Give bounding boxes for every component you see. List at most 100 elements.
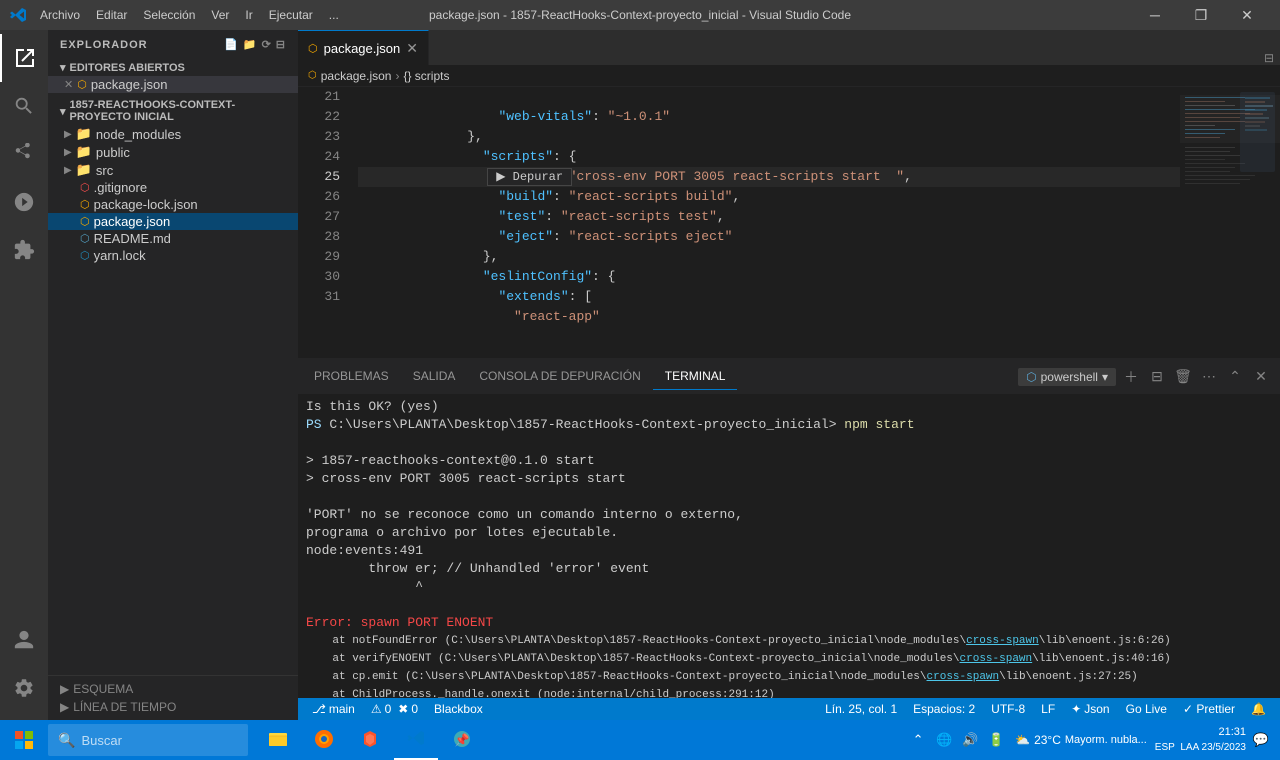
- taskbar-app-browser[interactable]: [302, 720, 346, 760]
- sidebar-title: EXPLORADOR: [60, 39, 148, 51]
- tree-yarn-lock[interactable]: ⬡ yarn.lock: [48, 247, 298, 264]
- terminal-split-icon[interactable]: ⊟: [1146, 366, 1168, 388]
- systray-battery[interactable]: 🔋: [985, 729, 1007, 751]
- svg-text:📌: 📌: [455, 732, 470, 747]
- taskbar-app-pinned[interactable]: 📌: [440, 720, 484, 760]
- sidebar-new-file-icon[interactable]: 📄: [224, 38, 239, 51]
- tab-close-icon[interactable]: ✕: [406, 40, 418, 57]
- line-num-22: 22: [298, 107, 340, 127]
- activity-explorer[interactable]: [0, 34, 48, 82]
- status-prettier[interactable]: ✓ Prettier: [1177, 698, 1241, 720]
- project-title[interactable]: ▾ 1857-REACTHOOKS-CONTEXT-PROYECTO INICI…: [48, 97, 298, 125]
- breadcrumb-path[interactable]: {} scripts: [403, 69, 449, 83]
- menu-ir[interactable]: Ir: [237, 4, 260, 26]
- terminal-line-4: > cross-env PORT 3005 react-scripts star…: [306, 470, 1272, 488]
- tab-terminal[interactable]: TERMINAL: [653, 363, 738, 390]
- file-icon-json: ⬡: [77, 78, 87, 91]
- code-editor[interactable]: 21 22 23 24 25 26 27 28 29 30 31: [298, 87, 1280, 358]
- systray-arrow[interactable]: ⌃: [907, 729, 929, 751]
- editor-layout-icon[interactable]: ⊟: [1258, 51, 1280, 65]
- timeline-chevron-icon: ▶: [60, 700, 69, 714]
- activity-extensions[interactable]: [0, 226, 48, 274]
- menu-ver[interactable]: Ver: [203, 4, 237, 26]
- status-golive[interactable]: Go Live: [1120, 698, 1173, 720]
- systray-network[interactable]: 🌐: [933, 729, 955, 751]
- activity-source-control[interactable]: [0, 130, 48, 178]
- sidebar-schema[interactable]: ▶ ESQUEMA: [48, 680, 298, 698]
- code-content[interactable]: "web-vitals": "~1.0.1" }, "scripts": { ▶…: [348, 87, 1180, 358]
- terminal-line-14: at verifyENOENT (C:\Users\PLANTA\Desktop…: [306, 650, 1272, 668]
- terminal-add-icon[interactable]: ＋: [1120, 366, 1142, 388]
- systray-volume[interactable]: 🔊: [959, 729, 981, 751]
- status-errors[interactable]: ⚠ 0 ✖ 0: [365, 698, 424, 720]
- terminal-content[interactable]: Is this OK? (yes) PS C:\Users\PLANTA\Des…: [298, 394, 1280, 698]
- tree-gitignore[interactable]: ⬡ .gitignore: [48, 179, 298, 196]
- status-notification[interactable]: 🔔: [1245, 698, 1272, 720]
- tree-node-modules[interactable]: ▶ 📁 node_modules: [48, 125, 298, 143]
- tab-consola-depuracion[interactable]: CONSOLA DE DEPURACIÓN: [467, 363, 652, 390]
- activity-search[interactable]: [0, 82, 48, 130]
- tree-public[interactable]: ▶ 📁 public: [48, 143, 298, 161]
- status-encoding[interactable]: UTF-8: [985, 698, 1031, 720]
- status-cursor[interactable]: Lín. 25, col. 1: [819, 698, 903, 720]
- taskbar-app-explorer[interactable]: [256, 720, 300, 760]
- title-bar-title: package.json - 1857-ReactHooks-Context-p…: [429, 8, 851, 22]
- sidebar-collapse-icon[interactable]: ⊟: [276, 38, 286, 51]
- menu-archivo[interactable]: Archivo: [32, 4, 88, 26]
- sidebar-new-folder-icon[interactable]: 📁: [243, 38, 258, 51]
- line-num-30: 30: [298, 267, 340, 287]
- status-eol[interactable]: LF: [1035, 698, 1061, 720]
- activity-accounts[interactable]: [0, 616, 48, 664]
- line-num-29: 29: [298, 247, 340, 267]
- notifications-icon[interactable]: 💬: [1250, 729, 1272, 751]
- menu-more[interactable]: ...: [321, 4, 347, 26]
- status-spaces[interactable]: Espacios: 2: [907, 698, 981, 720]
- line-num-26: 26: [298, 187, 340, 207]
- status-branch[interactable]: ⎇ main: [306, 698, 361, 720]
- tree-package-json[interactable]: ⬡ package.json: [48, 213, 298, 230]
- status-language[interactable]: ✦ Json: [1065, 698, 1115, 720]
- terminal-line-8: node:events:491: [306, 542, 1272, 560]
- tab-salida[interactable]: SALIDA: [401, 363, 468, 390]
- clock[interactable]: 21:31 ESP LAA 23/5/2023: [1155, 725, 1246, 754]
- open-file-package-json[interactable]: ✕ ⬡ package.json: [48, 76, 298, 93]
- minimize-button[interactable]: ─: [1132, 0, 1178, 30]
- search-box[interactable]: 🔍 Buscar: [48, 724, 248, 756]
- terminal-trash-icon[interactable]: 🗑: [1172, 366, 1194, 388]
- taskbar-app-brave[interactable]: [348, 720, 392, 760]
- breadcrumb-file[interactable]: package.json: [321, 69, 392, 83]
- restore-button[interactable]: ❐: [1178, 0, 1224, 30]
- tree-readme[interactable]: ⬡ README.md: [48, 230, 298, 247]
- start-button[interactable]: [4, 720, 44, 760]
- activity-settings[interactable]: [0, 664, 48, 712]
- terminal-line-6: 'PORT' no se reconoce como un comando in…: [306, 506, 1272, 524]
- tree-src[interactable]: ▶ 📁 src: [48, 161, 298, 179]
- close-button[interactable]: ✕: [1224, 0, 1270, 30]
- menu-seleccion[interactable]: Selección: [135, 4, 203, 26]
- menu-ejecutar[interactable]: Ejecutar: [261, 4, 321, 26]
- close-file-icon[interactable]: ✕: [64, 78, 73, 91]
- json-icon-status: ✦: [1071, 702, 1081, 716]
- sidebar-refresh-icon[interactable]: ⟳: [262, 38, 272, 51]
- open-editors-title[interactable]: ▾ EDITORES ABIERTOS: [48, 59, 298, 76]
- activity-run-debug[interactable]: [0, 178, 48, 226]
- panel-close-icon[interactable]: ✕: [1250, 366, 1272, 388]
- menu-editar[interactable]: Editar: [88, 4, 135, 26]
- tab-package-json[interactable]: ⬡ package.json ✕: [298, 30, 429, 65]
- sidebar-timeline[interactable]: ▶ LÍNEA DE TIEMPO: [48, 698, 298, 716]
- weather-widget[interactable]: ⛅ 23°C Mayorm. nubla...: [1011, 733, 1151, 747]
- sidebar-header-icons: 📄 📁 ⟳ ⊟: [224, 38, 286, 51]
- panel-more-icon[interactable]: ⋯: [1198, 366, 1220, 388]
- status-blackbox[interactable]: Blackbox: [428, 698, 489, 720]
- code-line-21: "web-vitals": "~1.0.1": [358, 87, 1180, 107]
- title-bar: Archivo Editar Selección Ver Ir Ejecutar…: [0, 0, 1280, 30]
- depurar-hover[interactable]: ▶ Depurar: [487, 168, 572, 186]
- clock-time: 21:31: [1155, 725, 1246, 740]
- panel-maximize-icon[interactable]: ⌃: [1224, 366, 1246, 388]
- tree-package-lock[interactable]: ⬡ package-lock.json: [48, 196, 298, 213]
- tab-problemas[interactable]: PROBLEMAS: [302, 363, 401, 390]
- tab-json-icon: ⬡: [308, 42, 318, 55]
- taskbar-app-vscode[interactable]: [394, 720, 438, 760]
- terminal-shell-selector[interactable]: ⬡ powershell ▾: [1018, 368, 1116, 386]
- line-num-21: 21: [298, 87, 340, 107]
